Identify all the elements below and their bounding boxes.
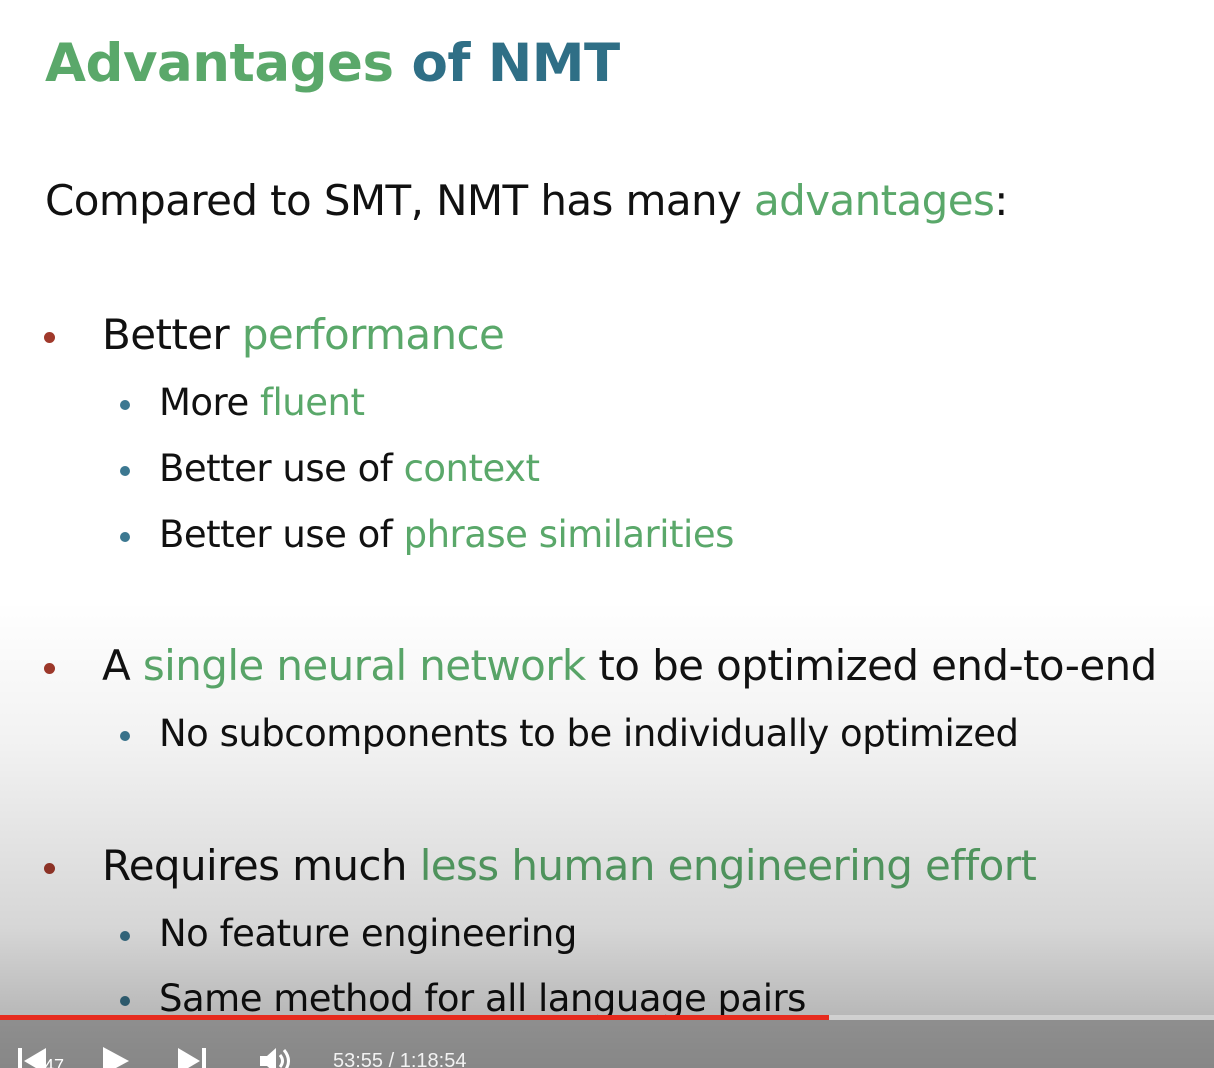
current-time: 53:55 — [333, 1050, 384, 1068]
bullet-highlight: less human engineering effort — [419, 841, 1037, 890]
sub-bullet-text: More — [159, 381, 260, 424]
title-part-1: Advantages — [45, 33, 394, 94]
sub-bullet-highlight: fluent — [259, 381, 365, 424]
volume-icon — [260, 1048, 290, 1068]
bullet-better-performance: Better performance — [43, 310, 505, 359]
sub-bullet-no-subcomponents: No subcomponents to be individually opti… — [119, 712, 1019, 755]
play-button[interactable] — [100, 1046, 130, 1068]
play-icon — [103, 1047, 129, 1068]
bullet-highlight: single neural network — [142, 641, 586, 690]
skip-next-button[interactable] — [176, 1046, 208, 1068]
sub-bullet-text: No feature engineering — [159, 912, 577, 955]
bullet-single-network: A single neural network to be optimized … — [44, 641, 1157, 690]
sub-bullet-text: Better use of — [159, 513, 404, 556]
bullet-text: Better — [102, 310, 242, 359]
time-display: 53:55 / 1:18:54 — [333, 1050, 466, 1068]
intro-text: Compared to SMT, NMT has many — [45, 176, 755, 225]
time-separator: / — [383, 1050, 400, 1068]
sub-bullet-highlight: phrase similarities — [403, 513, 735, 556]
volume-button[interactable] — [258, 1046, 296, 1068]
bullet-text: A — [102, 641, 143, 690]
sub-bullet-no-feature-engineering: No feature engineering — [120, 912, 577, 955]
bullet-text: Requires much — [102, 841, 420, 890]
sub-bullet-text: Same method for all language pairs — [159, 977, 806, 1020]
sub-bullet-more-fluent: More fluent — [119, 381, 365, 424]
intro-highlight: advantages — [754, 176, 995, 225]
video-player[interactable]: Advantages of NMT Compared to SMT, NMT h… — [0, 0, 1214, 1068]
sub-bullet-phrase-similarities: Better use of phrase similarities — [120, 513, 735, 556]
bullet-text-end: to be optimized end-to-end — [585, 641, 1157, 690]
player-controls: 47 53:55 / 1:18:54 — [0, 1020, 1214, 1068]
sub-bullet-text: Better use of — [159, 447, 404, 490]
skip-next-icon — [178, 1048, 206, 1068]
title-part-2: of NMT — [411, 33, 621, 94]
total-time: 1:18:54 — [399, 1050, 467, 1068]
bullet-less-engineering: Requires much less human engineering eff… — [43, 841, 1037, 890]
slide-title: Advantages of NMT — [45, 32, 620, 96]
intro-end: : — [994, 176, 1008, 225]
intro-line: Compared to SMT, NMT has many advantages… — [45, 176, 1008, 225]
sub-bullet-highlight: context — [403, 447, 540, 490]
slide: Advantages of NMT Compared to SMT, NMT h… — [0, 0, 1214, 1068]
sub-bullet-same-method: Same method for all language pairs — [120, 977, 806, 1020]
bullet-highlight: performance — [241, 310, 505, 359]
sub-bullet-context: Better use of context — [120, 447, 540, 490]
sub-bullet-text: No subcomponents to be individually opti… — [159, 712, 1019, 755]
chapter-label: 47 — [44, 1056, 65, 1068]
